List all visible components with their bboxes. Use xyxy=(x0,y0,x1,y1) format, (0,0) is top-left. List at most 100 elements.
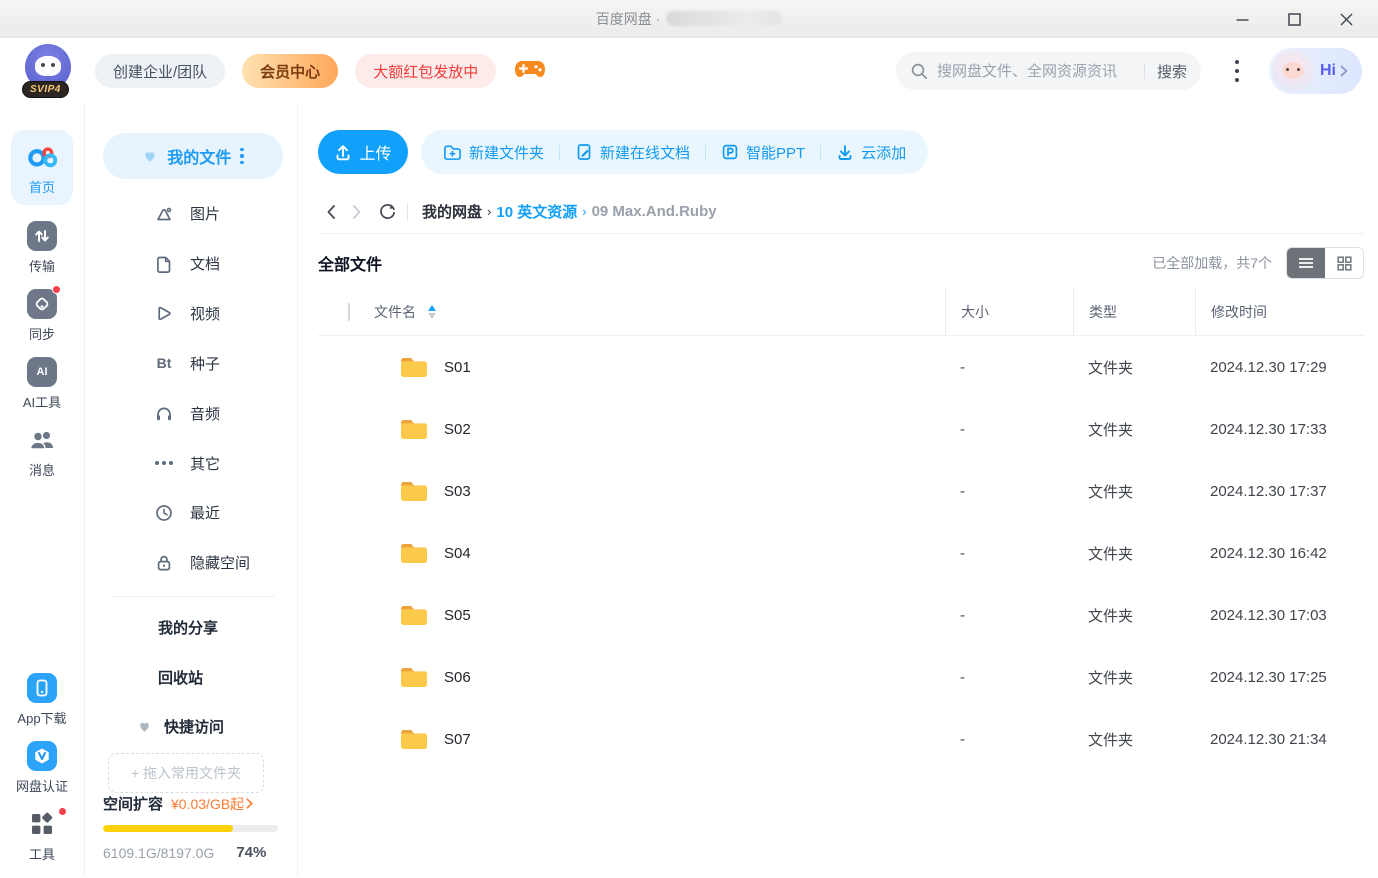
vip-center-button[interactable]: 会员中心 xyxy=(242,54,338,88)
table-row[interactable]: S01 - 文件夹 2024.12.30 17:29 xyxy=(318,336,1364,398)
table-row[interactable]: S04 - 文件夹 2024.12.30 16:42 xyxy=(318,522,1364,584)
sidebar-recycle-bin[interactable]: 回收站 xyxy=(85,652,297,702)
list-view-button[interactable] xyxy=(1287,248,1325,278)
nav-app-download[interactable]: App下载 xyxy=(11,673,73,727)
sort-toggle[interactable] xyxy=(428,305,436,319)
list-title: 全部文件 xyxy=(318,251,382,275)
breadcrumb-parent-folder[interactable]: 10 英文资源 xyxy=(496,201,577,222)
nav-app-download-label: App下载 xyxy=(11,708,73,727)
sidebar-item-audio[interactable]: 音频 xyxy=(85,388,297,438)
upload-button[interactable]: 上传 xyxy=(318,130,408,174)
action-separator xyxy=(559,145,560,160)
account-avatar-face xyxy=(1282,62,1304,79)
grid-view-button[interactable] xyxy=(1325,248,1363,278)
smart-ppt-button[interactable]: 智能PPT xyxy=(721,142,805,163)
baidu-netdisk-window: 百度网盘 · SVIP4 创建企业/团队 会员中心 大额红包发放中 xyxy=(0,0,1378,878)
refresh-button[interactable] xyxy=(378,202,397,221)
app-download-icon xyxy=(27,673,57,703)
search-box[interactable]: 搜索 xyxy=(896,52,1201,90)
more-menu-button[interactable] xyxy=(1227,60,1247,82)
column-modified-label: 修改时间 xyxy=(1195,288,1364,335)
table-row[interactable]: S07 - 文件夹 2024.12.30 21:34 xyxy=(318,708,1364,770)
breadcrumb-root[interactable]: 我的网盘 xyxy=(422,201,482,222)
nav-home[interactable]: 首页 xyxy=(11,130,73,205)
table-row[interactable]: S02 - 文件夹 2024.12.30 17:33 xyxy=(318,398,1364,460)
nav-tools[interactable]: 工具 xyxy=(11,809,73,863)
redacted-username xyxy=(666,11,782,26)
file-name: S01 xyxy=(444,359,471,376)
new-folder-icon xyxy=(443,143,462,161)
file-sidebar: 我的文件 图片 文档 视频 Bt 种子 音频 xyxy=(85,104,298,877)
folder-icon xyxy=(399,727,429,752)
sidebar-item-torrents[interactable]: Bt 种子 xyxy=(85,338,297,388)
tools-badge xyxy=(58,807,67,816)
new-online-doc-button[interactable]: 新建在线文档 xyxy=(575,142,690,163)
search-button[interactable]: 搜索 xyxy=(1157,61,1187,82)
close-button[interactable] xyxy=(1320,0,1372,38)
file-name: S03 xyxy=(444,483,471,500)
sidebar-item-hidden-space[interactable]: 隐藏空间 xyxy=(85,538,297,588)
maximize-icon xyxy=(1288,13,1301,26)
sidebar-my-files[interactable]: 我的文件 xyxy=(103,133,283,179)
user-avatar-svip[interactable]: SVIP4 xyxy=(22,42,78,100)
sidebar-my-shares[interactable]: 我的分享 xyxy=(85,603,297,653)
file-name: S04 xyxy=(444,545,471,562)
file-modified: 2024.12.30 17:37 xyxy=(1195,483,1364,500)
sidebar-item-documents[interactable]: 文档 xyxy=(85,239,297,289)
greeting-text: Hi xyxy=(1320,62,1336,80)
account-avatar xyxy=(1272,50,1314,92)
sort-desc-icon xyxy=(428,313,436,319)
action-toolbar: 上传 新建文件夹 新建在线文档 智能PPT xyxy=(318,130,1364,174)
file-modified: 2024.12.30 17:03 xyxy=(1195,607,1364,624)
nav-transfer[interactable]: 传输 xyxy=(11,221,73,275)
select-all-checkbox[interactable] xyxy=(348,303,350,321)
red-packet-promo-button[interactable]: 大额红包发放中 xyxy=(355,54,496,88)
column-size-label: 大小 xyxy=(945,288,1073,335)
bt-icon: Bt xyxy=(154,355,174,371)
sidebar-item-recent[interactable]: 最近 xyxy=(85,488,297,538)
window-title: 百度网盘 · xyxy=(596,9,783,29)
maximize-button[interactable] xyxy=(1268,0,1320,38)
back-button[interactable] xyxy=(318,204,344,220)
sidebar-quick-access[interactable]: 快捷访问 xyxy=(85,702,297,750)
my-files-menu-icon[interactable] xyxy=(240,148,244,165)
storage-percent-text: 74% xyxy=(236,844,266,861)
sidebar-item-others[interactable]: 其它 xyxy=(85,438,297,488)
storage-price-link[interactable]: ¥0.03/GB起 xyxy=(171,794,253,814)
create-team-button[interactable]: 创建企业/团队 xyxy=(95,54,225,88)
folder-icon xyxy=(399,541,429,566)
search-input[interactable] xyxy=(937,63,1140,80)
nav-verify[interactable]: 网盘认证 xyxy=(11,741,73,795)
mascot-face xyxy=(35,56,61,76)
forward-button[interactable] xyxy=(344,204,370,220)
game-center-button[interactable] xyxy=(514,57,546,86)
new-folder-button[interactable]: 新建文件夹 xyxy=(443,142,544,163)
nav-transfer-label: 传输 xyxy=(11,256,73,275)
app-body: 首页 传输 同步 AI AI工具 xyxy=(0,104,1378,877)
file-type: 文件夹 xyxy=(1073,543,1195,564)
cloud-add-button[interactable]: 云添加 xyxy=(836,142,906,163)
transfer-icon xyxy=(27,221,57,251)
image-icon xyxy=(154,204,174,224)
gamepad-icon xyxy=(514,57,546,81)
sidebar-item-images[interactable]: 图片 xyxy=(85,189,297,239)
smart-ppt-icon xyxy=(721,143,739,161)
nav-sync[interactable]: 同步 xyxy=(11,289,73,343)
sidebar-item-videos[interactable]: 视频 xyxy=(85,289,297,339)
table-row[interactable]: S06 - 文件夹 2024.12.30 17:25 xyxy=(318,646,1364,708)
headphones-icon xyxy=(154,403,174,423)
upload-icon xyxy=(334,143,352,161)
file-type: 文件夹 xyxy=(1073,667,1195,688)
drop-favorite-folder-zone[interactable]: + 拖入常用文件夹 xyxy=(108,753,264,793)
sort-asc-icon xyxy=(428,305,436,311)
breadcrumb-separator: › xyxy=(487,204,491,219)
crumb-divider xyxy=(407,203,408,221)
table-row[interactable]: S03 - 文件夹 2024.12.30 17:37 xyxy=(318,460,1364,522)
nav-ai-tools[interactable]: AI AI工具 xyxy=(11,357,73,411)
nav-messages[interactable]: 消息 xyxy=(11,425,73,479)
table-row[interactable]: S05 - 文件夹 2024.12.30 17:03 xyxy=(318,584,1364,646)
account-pill[interactable]: Hi xyxy=(1269,48,1362,94)
minimize-button[interactable] xyxy=(1216,0,1268,38)
breadcrumb-current-folder: 09 Max.And.Ruby xyxy=(592,203,717,220)
online-doc-icon xyxy=(575,143,593,161)
